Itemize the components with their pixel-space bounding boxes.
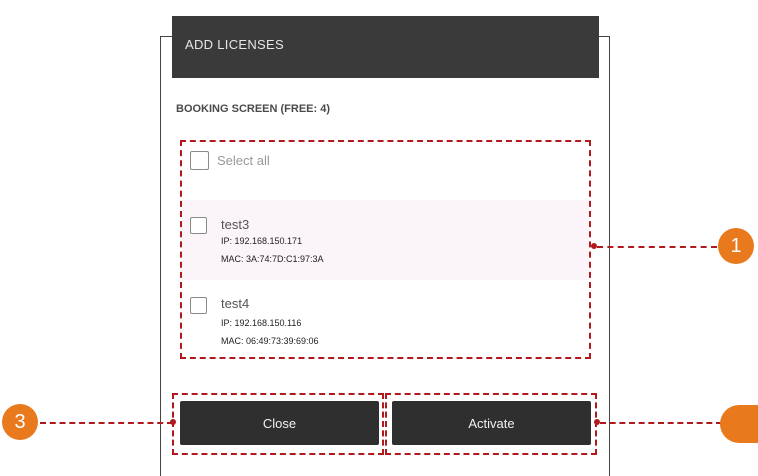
callout-badge-close: 3	[2, 404, 38, 440]
device-name: test3	[221, 217, 250, 232]
callout-number: 1	[730, 234, 742, 257]
device-checkbox[interactable]	[190, 297, 207, 314]
close-button-label: Close	[262, 415, 297, 431]
activate-button[interactable]: Activate	[392, 401, 591, 445]
device-mac: MAC: 3A:74:7D:C1:97:3A	[221, 254, 324, 264]
select-all-row[interactable]: Select all	[190, 151, 270, 170]
close-button[interactable]: Close	[180, 401, 379, 445]
dialog-title: ADD LICENSES	[185, 37, 284, 52]
device-ip: IP: 192.168.150.171	[221, 236, 303, 246]
section-label: BOOKING SCREEN (FREE: 4)	[176, 103, 331, 115]
select-all-checkbox[interactable]	[190, 151, 209, 170]
activate-button-label: Activate	[468, 415, 515, 431]
device-ip: IP: 192.168.150.116	[221, 318, 302, 328]
callout-anchor-dot	[170, 419, 176, 425]
callout-badge-activate	[720, 405, 758, 443]
callout-line	[600, 422, 722, 424]
callout-number: 3	[14, 410, 26, 433]
list-item[interactable]: test4 IP: 192.168.150.116 MAC: 06:49:73:…	[182, 282, 589, 356]
dialog-header: ADD LICENSES	[172, 16, 599, 78]
callout-badge-list: 1	[718, 228, 754, 264]
select-all-label: Select all	[217, 153, 270, 168]
device-mac: MAC: 06:49:73:39:69:06	[221, 336, 319, 346]
list-item[interactable]: test3 IP: 192.168.150.171 MAC: 3A:74:7D:…	[182, 200, 589, 280]
device-checkbox[interactable]	[190, 217, 207, 234]
callout-line	[597, 246, 717, 248]
callout-line	[40, 422, 173, 424]
device-name: test4	[221, 296, 250, 311]
